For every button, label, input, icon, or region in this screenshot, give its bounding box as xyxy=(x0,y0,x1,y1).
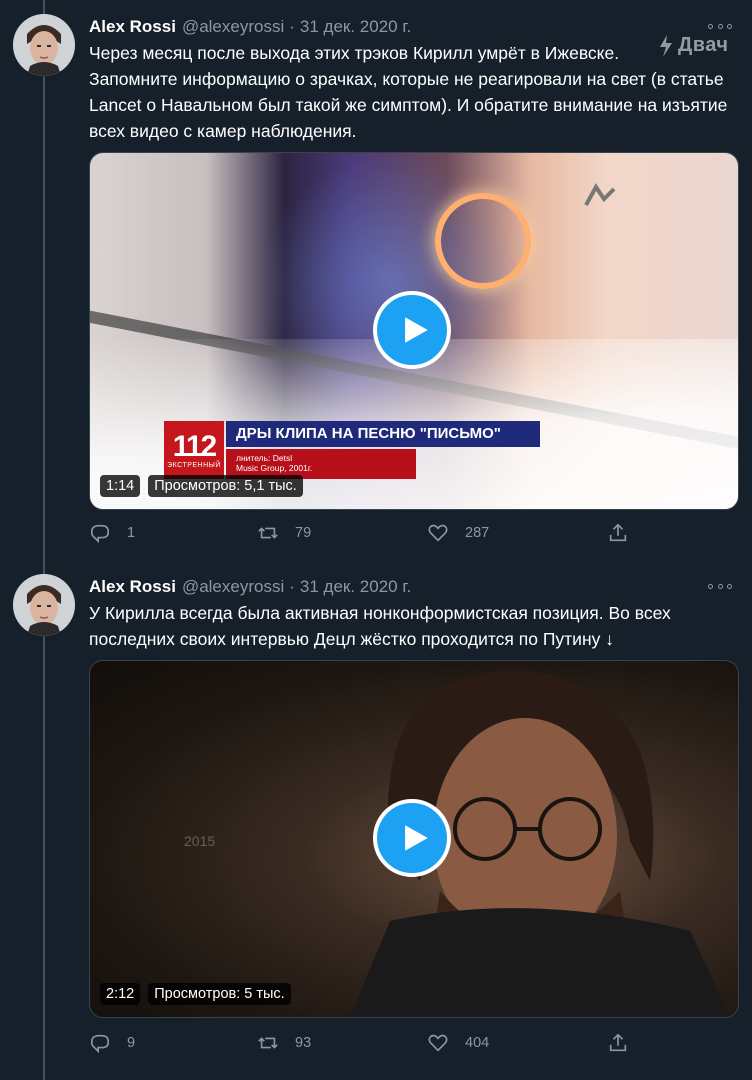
retweet-button[interactable]: 79 xyxy=(257,520,311,546)
separator-dot: · xyxy=(289,17,295,36)
video-badges: 1:14 Просмотров: 5,1 тыс. xyxy=(100,475,303,497)
share-button[interactable] xyxy=(607,1030,629,1056)
share-icon xyxy=(609,1033,627,1052)
author-name[interactable]: Alex Rossi xyxy=(89,577,176,597)
tweet-actions: 1 79 287 xyxy=(89,520,649,546)
tweet[interactable]: Alex Rossi @alexeyrossi · 31 дек. 2020 г… xyxy=(0,0,752,560)
video-player[interactable]: 2015 2:12 Просмотров: 5 тыс. xyxy=(89,660,739,1018)
retweet-count: 79 xyxy=(295,525,312,541)
tweet-text: Через месяц после выхода этих трэков Кир… xyxy=(89,43,728,141)
channel-logo: 112 ЭКСТРЕННЫЙ xyxy=(164,421,224,479)
reply-button[interactable]: 9 xyxy=(89,1030,135,1056)
avatar[interactable] xyxy=(13,14,75,76)
tweet[interactable]: Alex Rossi @alexeyrossi · 31 дек. 2020 г… xyxy=(0,560,752,1080)
like-button[interactable]: 404 xyxy=(427,1030,489,1056)
retweet-icon xyxy=(258,1037,278,1049)
tweet-header: Alex Rossi @alexeyrossi · 31 дек. 2020 г… xyxy=(89,575,732,599)
play-icon[interactable] xyxy=(373,799,451,877)
tweet-text: У Кирилла всегда была активная нонконфор… xyxy=(89,603,671,649)
reply-button[interactable]: 1 xyxy=(89,520,135,546)
video-views: Просмотров: 5 тыс. xyxy=(148,983,291,1005)
retweet-button[interactable]: 93 xyxy=(257,1030,311,1056)
reply-icon xyxy=(90,1034,110,1054)
more-icon[interactable] xyxy=(708,17,732,35)
reply-count: 1 xyxy=(127,525,136,541)
video-headline: ДРЫ КЛИПА НА ПЕСНЮ "ПИСЬМО" xyxy=(226,421,540,447)
tweet-header: Alex Rossi @alexeyrossi · 31 дек. 2020 г… xyxy=(89,15,732,39)
video-views: Просмотров: 5,1 тыс. xyxy=(148,475,303,497)
tweet-date[interactable]: 31 дек. 2020 г. xyxy=(300,577,411,597)
video-year-caption: 2015 xyxy=(184,833,216,849)
separator-dot: · xyxy=(289,577,295,596)
share-icon xyxy=(609,523,627,542)
reply-icon xyxy=(90,524,110,544)
play-icon[interactable] xyxy=(373,291,451,369)
author-handle[interactable]: @alexeyrossi xyxy=(182,577,284,597)
retweet-count: 93 xyxy=(295,1035,312,1051)
tweet-actions: 9 93 404 xyxy=(89,1030,649,1056)
video-badges: 2:12 Просмотров: 5 тыс. xyxy=(100,983,291,1005)
video-player[interactable]: 112 ЭКСТРЕННЫЙ ДРЫ КЛИПА НА ПЕСНЮ "ПИСЬМ… xyxy=(89,152,739,510)
more-icon[interactable] xyxy=(708,577,732,595)
tweet-date[interactable]: 31 дек. 2020 г. xyxy=(300,17,411,37)
retweet-icon xyxy=(258,527,278,539)
reply-count: 9 xyxy=(127,1035,136,1051)
author-name[interactable]: Alex Rossi xyxy=(89,17,176,37)
video-duration: 2:12 xyxy=(100,983,141,1005)
heart-icon xyxy=(428,524,448,542)
like-count: 404 xyxy=(465,1035,490,1051)
share-button[interactable] xyxy=(607,520,629,546)
like-count: 287 xyxy=(465,525,490,541)
avatar[interactable] xyxy=(13,574,75,636)
author-handle[interactable]: @alexeyrossi xyxy=(182,17,284,37)
channel-watermark-icon xyxy=(582,183,618,209)
video-lower-third: 112 ЭКСТРЕННЫЙ ДРЫ КЛИПА НА ПЕСНЮ "ПИСЬМ… xyxy=(164,421,540,481)
heart-icon xyxy=(428,1034,448,1052)
video-duration: 1:14 xyxy=(100,475,141,497)
like-button[interactable]: 287 xyxy=(427,520,489,546)
